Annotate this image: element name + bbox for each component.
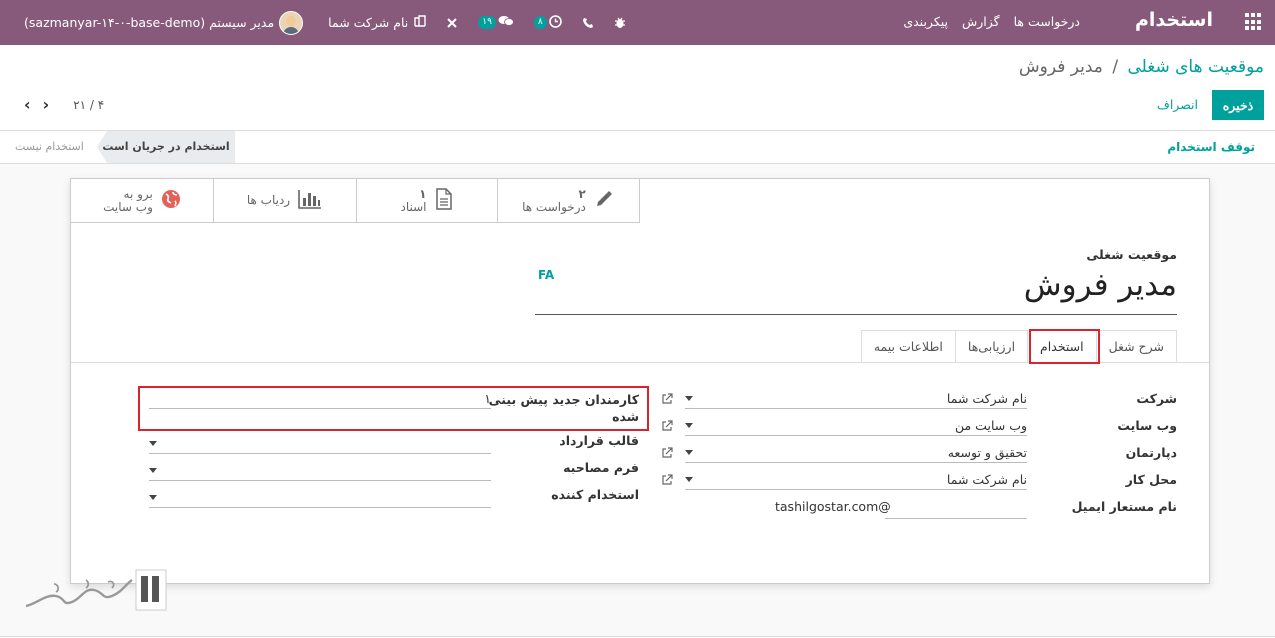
apps-menu-icon[interactable] bbox=[1243, 13, 1261, 31]
pager-next-icon[interactable]: › bbox=[43, 95, 50, 114]
systray: مدیر سیستم (sazmanyar-۱۴-۰-base-demo) نا… bbox=[14, 0, 636, 45]
department-field[interactable]: تحقیق و توسعه bbox=[685, 443, 1027, 463]
company-value: نام شرکت شما bbox=[946, 391, 1027, 406]
translation-language-button[interactable]: FA bbox=[538, 268, 554, 282]
avatar bbox=[279, 10, 304, 35]
recruitment-tab-highlight bbox=[1029, 329, 1100, 364]
company-icon bbox=[414, 15, 426, 30]
pencil-icon bbox=[594, 189, 614, 212]
status-bar: توقف استخدام استخدام در جریان است استخدا… bbox=[0, 130, 1275, 164]
contract-template-field[interactable] bbox=[149, 434, 491, 454]
chevron-down-icon bbox=[685, 423, 693, 428]
stage-recruitment-in-progress[interactable]: استخدام در جریان است bbox=[97, 131, 235, 163]
form-sheet: ۲ درخواست ها ۱ اسناد ردیاب ها برو به وب … bbox=[70, 178, 1210, 584]
breadcrumb: موقعیت های شغلی / مدیر فروش bbox=[1019, 57, 1264, 77]
stage-not-recruiting[interactable]: استخدام نیست bbox=[15, 140, 84, 153]
top-navbar: استخدام درخواست ها گزارش پیکربندی مدیر س… bbox=[0, 0, 1275, 45]
trackers-smart-button[interactable]: ردیاب ها bbox=[213, 179, 357, 223]
bar-chart-icon bbox=[298, 189, 322, 212]
work-location-value: نام شرکت شما bbox=[946, 472, 1027, 487]
main-menu: درخواست ها گزارش پیکربندی bbox=[903, 14, 1080, 29]
department-value: تحقیق و توسعه bbox=[947, 445, 1027, 460]
recruiter-field[interactable] bbox=[149, 488, 491, 508]
bottom-divider bbox=[0, 636, 1275, 637]
interview-form-field[interactable] bbox=[149, 461, 491, 481]
app-title[interactable]: استخدام bbox=[1135, 9, 1213, 31]
cancel-button[interactable]: انصراف bbox=[1151, 90, 1204, 120]
clock-icon bbox=[548, 14, 562, 31]
menu-item-requests[interactable]: درخواست ها bbox=[1014, 14, 1080, 29]
website-value: وب سایت من bbox=[955, 418, 1027, 433]
breadcrumb-separator: / bbox=[1112, 57, 1119, 77]
external-link-icon[interactable] bbox=[661, 393, 673, 405]
documents-smart-button[interactable]: ۱ اسناد bbox=[356, 179, 498, 223]
pager-previous-icon[interactable]: ‹ bbox=[24, 95, 31, 114]
work-location-field[interactable]: نام شرکت شما bbox=[685, 470, 1027, 490]
user-menu[interactable]: مدیر سیستم (sazmanyar-۱۴-۰-base-demo) bbox=[14, 10, 318, 35]
tab-insurance-info[interactable]: اطلاعات بیمه bbox=[860, 330, 956, 363]
job-position-label: موقعیت شغلی bbox=[1086, 247, 1177, 262]
menu-item-configuration[interactable]: پیکربندی bbox=[903, 14, 948, 29]
external-link-icon[interactable] bbox=[661, 420, 673, 432]
work-location-label: محل کار bbox=[1125, 472, 1177, 487]
tab-job-description[interactable]: شرح شغل bbox=[1095, 330, 1177, 363]
document-icon bbox=[435, 188, 453, 213]
activities-badge: ۸ bbox=[533, 16, 547, 29]
watermark-logo bbox=[24, 568, 169, 617]
menu-item-reports[interactable]: گزارش bbox=[962, 14, 1000, 29]
website-field[interactable]: وب سایت من bbox=[685, 416, 1027, 436]
interview-form-label: فرم مصاحبه bbox=[563, 460, 639, 475]
company-switcher[interactable]: نام شرکت شما bbox=[318, 15, 436, 30]
documents-label: اسناد bbox=[400, 199, 427, 214]
recruiter-label: استخدام کننده bbox=[551, 487, 639, 502]
stop-recruitment-button[interactable]: توقف استخدام bbox=[1167, 140, 1255, 154]
form-tabs: شرح شغل استخدام ارزیابی‌ها اطلاعات بیمه bbox=[860, 330, 1177, 363]
save-button[interactable]: ذخیره bbox=[1212, 90, 1264, 120]
website-label: وب سایت bbox=[1117, 418, 1177, 433]
job-name-input[interactable]: مدیر فروش bbox=[535, 267, 1177, 315]
tab-appraisals[interactable]: ارزیابی‌ها bbox=[954, 330, 1029, 363]
phone-icon[interactable] bbox=[572, 17, 604, 29]
requests-label: درخواست ها bbox=[522, 199, 586, 214]
email-alias-label: نام مستعار ایمیل bbox=[1071, 499, 1177, 514]
company-label: شرکت bbox=[1136, 391, 1177, 406]
user-name: مدیر سیستم (sazmanyar-۱۴-۰-base-demo) bbox=[24, 15, 275, 30]
breadcrumb-parent[interactable]: موقعیت های شغلی bbox=[1127, 57, 1264, 77]
requests-smart-button[interactable]: ۲ درخواست ها bbox=[497, 179, 640, 223]
email-alias-field[interactable] bbox=[885, 499, 1027, 519]
company-field[interactable]: نام شرکت شما bbox=[685, 389, 1027, 409]
department-label: دپارتمان bbox=[1125, 445, 1177, 460]
messages-menu[interactable]: ۱۹ bbox=[468, 15, 524, 30]
pager: ‹ › ۲۱ / ۴ bbox=[24, 95, 104, 114]
activities-menu[interactable]: ۸ bbox=[524, 14, 572, 31]
bug-icon[interactable] bbox=[604, 16, 636, 29]
external-link-icon[interactable] bbox=[661, 474, 673, 486]
website-smart-button[interactable]: برو به وب سایت bbox=[71, 179, 214, 223]
chevron-down-icon bbox=[685, 477, 693, 482]
expected-employees-highlight bbox=[138, 386, 649, 431]
contract-template-label: قالب قرارداد bbox=[559, 433, 639, 448]
messages-badge: ۱۹ bbox=[478, 16, 496, 29]
chevron-down-icon bbox=[149, 495, 157, 500]
trackers-label: ردیاب ها bbox=[246, 193, 291, 207]
chevron-down-icon bbox=[149, 441, 157, 446]
globe-icon bbox=[161, 189, 181, 212]
breadcrumb-current: مدیر فروش bbox=[1018, 57, 1103, 77]
chevron-down-icon bbox=[149, 468, 157, 473]
external-link-icon[interactable] bbox=[661, 447, 673, 459]
website-line2: وب سایت bbox=[103, 199, 153, 214]
chevron-down-icon bbox=[685, 396, 693, 401]
email-alias-domain: tashilgostar.com@ bbox=[775, 499, 891, 514]
debug-tools-icon[interactable] bbox=[436, 17, 468, 29]
chat-icon bbox=[498, 15, 514, 30]
pager-value[interactable]: ۲۱ / ۴ bbox=[73, 98, 104, 112]
chevron-down-icon bbox=[685, 450, 693, 455]
website-line1: برو به bbox=[123, 186, 153, 201]
documents-count: ۱ bbox=[419, 186, 427, 201]
requests-count: ۲ bbox=[578, 186, 586, 201]
company-name: نام شرکت شما bbox=[328, 15, 409, 30]
